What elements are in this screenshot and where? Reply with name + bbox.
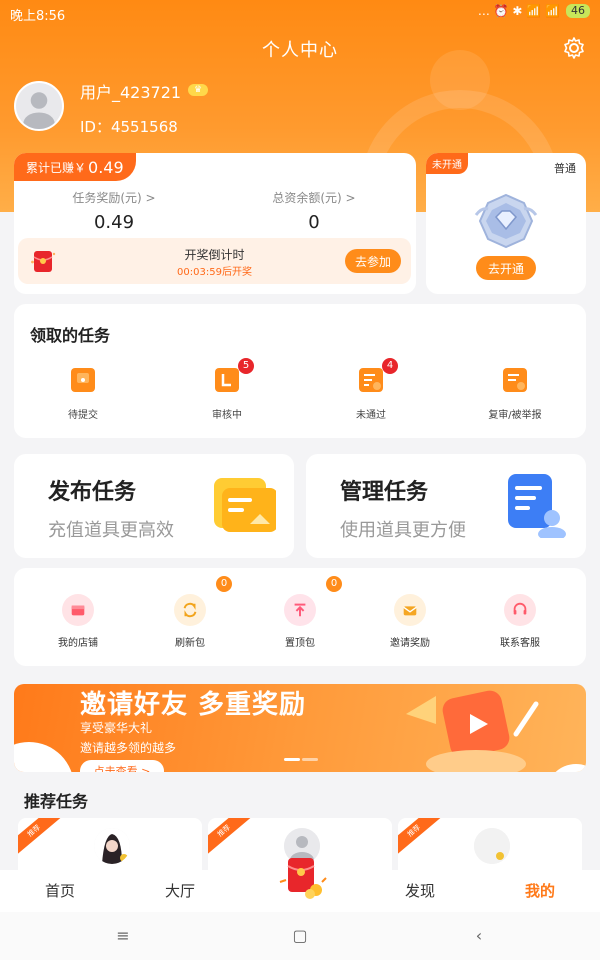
battery-icon: 46 bbox=[566, 4, 590, 18]
banner-subtitle: 享受豪华大礼 bbox=[80, 721, 153, 735]
home-square-icon[interactable]: ▢ bbox=[291, 927, 309, 945]
manage-task-title: 管理任务 bbox=[340, 480, 429, 505]
reported-icon bbox=[503, 368, 527, 392]
avatar[interactable] bbox=[14, 81, 64, 131]
count-badge: 0 bbox=[326, 576, 342, 592]
banner-pagination bbox=[284, 758, 318, 761]
tab-mine[interactable]: 我的 bbox=[480, 880, 600, 901]
task-rejected[interactable]: 4 未通过 bbox=[316, 358, 426, 421]
invite-banner[interactable]: 邀请好友 多重奖励 享受豪华大礼 邀请越多领的越多 点击查看 > bbox=[14, 684, 586, 772]
under-review-icon bbox=[215, 368, 239, 392]
page-title: 个人中心 bbox=[262, 40, 338, 61]
avatar bbox=[94, 828, 130, 864]
banner-decor bbox=[14, 742, 74, 772]
tab-discover[interactable]: 发现 bbox=[360, 880, 480, 901]
vip-card: 未开通 普通 去开通 bbox=[426, 153, 586, 294]
tool-invite-reward[interactable]: 邀请奖励 bbox=[360, 594, 460, 649]
task-label: 待提交 bbox=[68, 410, 98, 421]
balance-stat[interactable]: 总资余额(元) > 0 bbox=[234, 189, 394, 233]
tool-label: 联系客服 bbox=[500, 638, 540, 649]
manage-document-icon bbox=[508, 474, 566, 538]
tool-pin-pack[interactable]: 0 置顶包 bbox=[250, 576, 350, 649]
manage-task-card[interactable]: 管理任务 使用道具更方便 bbox=[306, 454, 586, 558]
rejected-icon bbox=[359, 368, 383, 392]
publish-folder-icon bbox=[214, 478, 276, 532]
pending-submit-icon bbox=[71, 368, 95, 392]
tool-label: 置顶包 bbox=[285, 638, 315, 649]
banner-title: 邀请好友 多重奖励 bbox=[80, 690, 307, 720]
tool-label: 我的店铺 bbox=[58, 638, 98, 649]
recommend-corner-tag: 推荐 bbox=[208, 818, 252, 856]
recommend-task-card[interactable]: 推荐 bbox=[398, 818, 582, 878]
tool-label: 邀请奖励 bbox=[390, 638, 430, 649]
tool-refresh-pack[interactable]: 0 刷新包 bbox=[140, 576, 240, 649]
count-badge: 5 bbox=[238, 358, 254, 374]
lottery-countdown-bar: 开奖倒计时 00:03:59后开奖 去参加 bbox=[18, 238, 411, 284]
vip-level-label: 普通 bbox=[554, 162, 576, 175]
avatar bbox=[474, 828, 510, 864]
total-earned-label: 累计已赚￥ bbox=[26, 160, 87, 175]
task-reviewed-reported[interactable]: 复审/被举报 bbox=[460, 366, 570, 421]
pin-top-icon: 0 bbox=[284, 576, 342, 626]
task-label: 未通过 bbox=[356, 410, 386, 421]
crown-icon: ♛ bbox=[194, 85, 203, 95]
gear-icon[interactable] bbox=[562, 36, 586, 60]
status-time: 晚上8:56 bbox=[10, 9, 66, 24]
task-label: 复审/被举报 bbox=[488, 410, 542, 421]
my-tasks-title: 领取的任务 bbox=[30, 326, 111, 345]
headset-icon bbox=[504, 594, 536, 626]
total-earned-value: 0.49 bbox=[88, 157, 124, 177]
tool-my-store[interactable]: 我的店铺 bbox=[28, 594, 128, 649]
back-chevron-icon[interactable]: ‹ bbox=[470, 927, 488, 945]
count-badge: 4 bbox=[382, 358, 398, 374]
tab-hall[interactable]: 大厅 bbox=[120, 880, 240, 901]
banner-subtitle: 邀请越多领的越多 bbox=[80, 741, 177, 755]
earnings-card: 累计已赚￥ 0.49 任务奖励(元) > 0.49 总资余额(元) > 0 开奖… bbox=[14, 153, 416, 294]
envelope-icon bbox=[394, 594, 426, 626]
user-id: ID：4551568 bbox=[80, 118, 178, 136]
my-tasks-card: 领取的任务 待提交 5 审核中 4 未通过 复审/被举报 bbox=[14, 304, 586, 438]
recommend-title: 推荐任务 bbox=[24, 792, 89, 811]
recommend-task-card[interactable]: 推荐 bbox=[18, 818, 202, 878]
manage-task-subtitle: 使用道具更方便 bbox=[340, 520, 466, 541]
vip-status-tag: 未开通 bbox=[426, 153, 468, 174]
balance-value: 0 bbox=[308, 212, 320, 233]
red-packet-center-button[interactable] bbox=[276, 852, 328, 902]
system-navigation-bar: ≡ ▢ ‹ bbox=[0, 912, 600, 960]
gift-video-illustration bbox=[406, 690, 539, 772]
publish-task-title: 发布任务 bbox=[48, 480, 137, 505]
refresh-icon: 0 bbox=[174, 576, 232, 626]
vip-level-badge: ♛ bbox=[188, 84, 209, 96]
balance-label: 总资余额(元) > bbox=[272, 191, 356, 205]
publish-task-subtitle: 充值道具更高效 bbox=[48, 520, 174, 541]
status-bar: 晚上8:56 … ⏰ ✱ 📶 📶 46 bbox=[0, 0, 600, 26]
diamond-emblem-icon bbox=[474, 193, 538, 249]
total-earned-tag: 累计已赚￥ 0.49 bbox=[14, 153, 136, 181]
username: 用户_423721 bbox=[80, 83, 182, 102]
status-signal-icon: … ⏰ ✱ 📶 📶 bbox=[477, 4, 560, 18]
task-pending-submit[interactable]: 待提交 bbox=[28, 366, 138, 421]
tool-customer-service[interactable]: 联系客服 bbox=[470, 594, 570, 649]
open-vip-button[interactable]: 去开通 bbox=[476, 256, 536, 280]
recommend-corner-tag: 推荐 bbox=[18, 818, 62, 856]
recommend-corner-tag: 推荐 bbox=[398, 818, 442, 856]
tools-card: 我的店铺 0 刷新包 0 置顶包 邀请奖励 联系客服 bbox=[14, 568, 586, 666]
task-reward-stat[interactable]: 任务奖励(元) > 0.49 bbox=[34, 189, 194, 233]
store-icon bbox=[62, 594, 94, 626]
banner-decor bbox=[546, 764, 586, 772]
count-badge: 0 bbox=[216, 576, 232, 592]
tool-label: 刷新包 bbox=[175, 638, 205, 649]
task-reward-label: 任务奖励(元) > bbox=[72, 191, 156, 205]
task-label: 审核中 bbox=[212, 410, 242, 421]
task-reward-value: 0.49 bbox=[93, 212, 135, 233]
join-lottery-button[interactable]: 去参加 bbox=[345, 249, 401, 273]
tab-home[interactable]: 首页 bbox=[0, 880, 120, 901]
banner-view-button[interactable]: 点击查看 > bbox=[80, 760, 164, 772]
status-icons: … ⏰ ✱ 📶 📶 46 bbox=[478, 4, 590, 18]
menu-icon[interactable]: ≡ bbox=[114, 927, 132, 945]
publish-task-card[interactable]: 发布任务 充值道具更高效 bbox=[14, 454, 294, 558]
task-under-review[interactable]: 5 审核中 bbox=[172, 358, 282, 421]
